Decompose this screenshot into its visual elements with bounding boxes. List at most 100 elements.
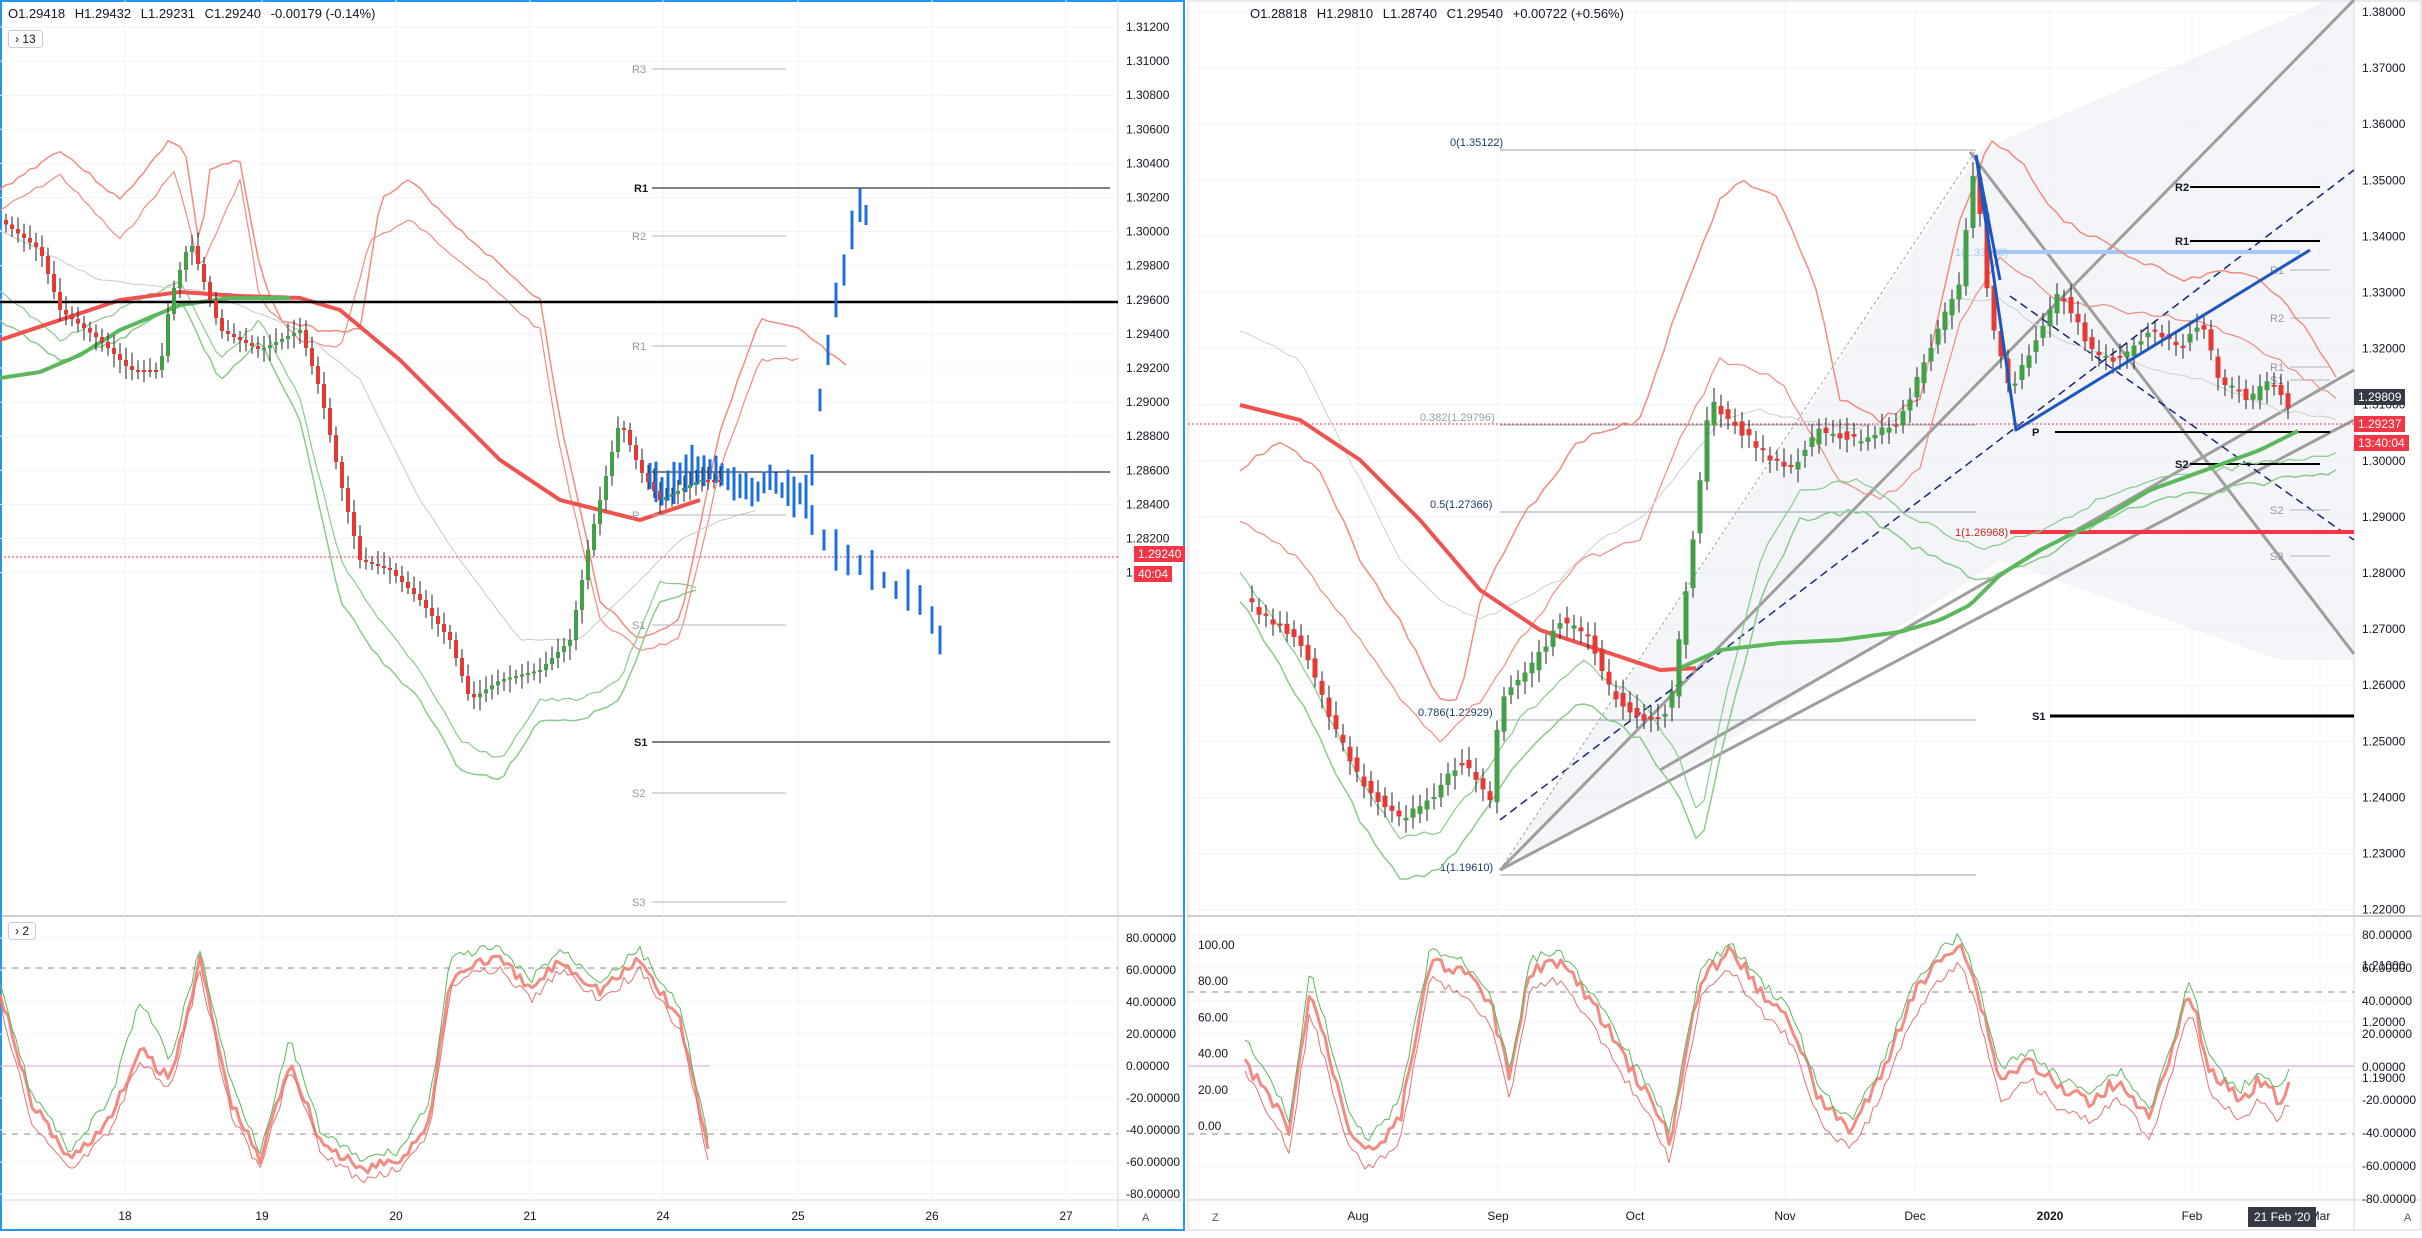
right-candle-body [1459,763,1465,766]
right-candle-body [2173,341,2179,346]
left-candle-body [196,246,200,264]
right-candle-body [1333,715,1339,730]
left-osc-label: 40.00000 [1126,995,1176,1009]
right-candle-body [1676,639,1682,697]
right-candle-body [1837,433,1843,439]
right-candle-body [1578,627,1584,632]
left-candle-body [442,624,446,632]
right-candle-body [2068,296,2074,314]
left-minor-pivot-label: R1 [632,341,646,353]
right-osc-right-label: -40.00000 [2362,1126,2416,1140]
right-candle-body [1760,448,1766,451]
left-indicator-toggle[interactable]: › 13 [8,30,43,48]
right-candle-body [1529,662,1535,674]
left-auto-scale-button[interactable]: A [1142,1212,1149,1224]
right-candle-body [1634,707,1640,717]
left-candle-body [568,640,572,646]
left-time-label: 20 [389,1209,403,1223]
left-candle-body [178,270,182,288]
right-price-label: 1.37000 [2362,61,2406,75]
left-osc-label: -60.00000 [1126,1155,1180,1169]
left-osc-label: -20.00000 [1126,1091,1180,1105]
right-osc-signal-red [1243,943,2291,1151]
right-s1-label: S1 [2032,711,2045,723]
right-osc-left-label: 80.00 [1198,974,1228,988]
right-candle-body [1669,691,1675,708]
right-candle-body [2089,337,2095,349]
right-open: O1.28818 [1250,6,1308,21]
left-candle-body [64,310,68,315]
left-candle-body [556,652,560,658]
left-candle-body [526,673,530,675]
right-candle-body [1312,658,1318,678]
right-candle-body [1564,617,1570,624]
right-candle-body [2145,332,2151,338]
left-candle-body [622,428,626,430]
right-candle-body [1466,759,1472,769]
right-candle-body [2229,385,2235,388]
chart-canvas[interactable]: 1.31200 1.31000 1.30800 1.30600 1.30400 1.302… [0,0,2422,1233]
left-candle-body [424,600,428,608]
right-candle-body [1928,347,1934,362]
right-candle-body [1389,805,1395,811]
right-price-tag-high: 1.29809 [2354,389,2406,405]
right-candle-body [1571,625,1577,629]
right-price-label: 1.35000 [2362,173,2406,187]
right-candle-body [1886,427,1892,433]
left-time-label: 18 [118,1209,132,1223]
right-candle-body [1473,771,1479,780]
left-candle-body [460,658,464,676]
right-osc-left-label: 0.00 [1198,1119,1222,1133]
right-fib-label: 0.786(1.22929) [1418,707,1493,719]
left-candle-body [118,354,122,360]
left-candle-body [604,476,608,500]
right-candle-body [2054,294,2060,314]
left-osc-toggle[interactable]: › 2 [8,922,37,940]
right-price-label: 1.26000 [2362,678,2406,692]
right-minor-pivot-label: S2 [2270,505,2283,517]
right-time-label: Sep [1487,1209,1509,1223]
right-candle-body [1641,714,1647,721]
left-candle-body [628,430,632,445]
right-osc-right-label: -80.00000 [2362,1192,2416,1206]
left-price-label: 1.30000 [1126,225,1170,239]
left-candle-body [10,224,14,229]
left-candle-body [370,562,374,564]
left-candle-body [394,570,398,576]
left-candle-body [142,370,146,372]
left-candle-body [550,658,554,664]
left-price-label: 1.30200 [1126,191,1170,205]
left-candle-body [268,345,272,348]
left-candle-body [226,331,230,334]
left-candle-body [16,229,20,234]
right-zoom-button[interactable]: Z [1212,1212,1219,1224]
right-candle-body [1361,776,1367,787]
right-auto-scale-button[interactable]: A [2404,1212,2411,1224]
left-candle-body [436,616,440,624]
right-candle-body [2096,351,2102,356]
right-candle-body [1718,405,1724,415]
left-candle-body [352,512,356,536]
right-candle-body [1277,623,1283,626]
right-ohlc-legend: O1.28818 H1.29810 L1.28740 C1.29540 +0.0… [1250,6,1630,21]
right-price-label: 1.25000 [2362,734,2406,748]
left-candle-body [262,348,266,350]
left-osc-label: -80.00000 [1126,1187,1180,1201]
right-time-label: Oct [1626,1209,1645,1223]
left-candle-body [586,550,590,580]
right-price-label: 1.23000 [2362,847,2406,861]
left-osc-label: 20.00000 [1126,1027,1176,1041]
right-candle-body [1921,362,1927,384]
right-osc-left-label: 100.00 [1198,938,1235,952]
right-osc-right-label: -20.00000 [2362,1093,2416,1107]
left-candle-body [286,336,290,339]
left-candle-body [358,536,362,560]
right-candle-body [1858,441,1864,444]
right-pivot-label: R2 [2175,182,2189,194]
right-osc-right-label: 40.00000 [2362,994,2412,1008]
right-price-label: 1.34000 [2362,229,2406,243]
right-osc-left-label: 20.00 [1198,1083,1228,1097]
left-candle-body [382,566,386,568]
left-candle-body [190,246,194,252]
right-countdown: 13:40:04 [2354,435,2409,451]
